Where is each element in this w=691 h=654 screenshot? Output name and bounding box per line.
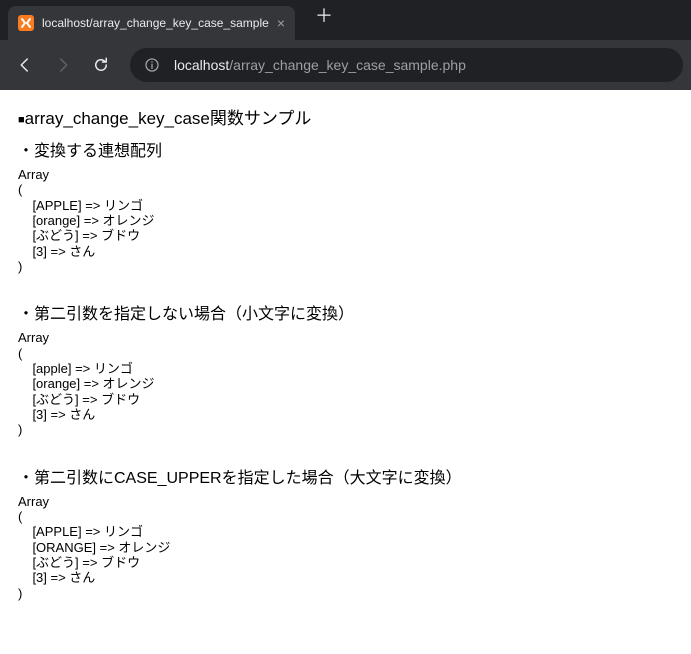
array-output: Array ( [apple] => リンゴ [orange] => オレンジ …: [18, 330, 673, 437]
section-3: ・第二引数にCASE_UPPERを指定した場合（大文字に変換） Array ( …: [18, 464, 673, 601]
section-label: ・第二引数にCASE_UPPERを指定した場合（大文字に変換）: [18, 464, 673, 488]
close-tab-button[interactable]: ×: [277, 16, 285, 30]
array-output: Array ( [APPLE] => リンゴ [orange] => オレンジ …: [18, 167, 673, 274]
section-2: ・第二引数を指定しない場合（小文字に変換） Array ( [apple] =>…: [18, 300, 673, 437]
forward-button: [46, 48, 80, 82]
url-path: /array_change_key_case_sample.php: [229, 57, 466, 73]
reload-button[interactable]: [84, 48, 118, 82]
back-button[interactable]: [8, 48, 42, 82]
site-info-icon[interactable]: [144, 57, 160, 73]
section-label: ・変換する連想配列: [18, 137, 673, 161]
section-1: ・変換する連想配列 Array ( [APPLE] => リンゴ [orange…: [18, 137, 673, 274]
address-bar[interactable]: localhost/array_change_key_case_sample.p…: [130, 48, 683, 82]
page-content: ■array_change_key_case関数サンプル ・変換する連想配列 A…: [0, 90, 691, 641]
url-text: localhost/array_change_key_case_sample.p…: [174, 57, 466, 73]
tab-bar: localhost/array_change_key_case_sample ×…: [0, 0, 691, 40]
array-output: Array ( [APPLE] => リンゴ [ORANGE] => オレンジ …: [18, 494, 673, 601]
tab-title: localhost/array_change_key_case_sample: [42, 16, 269, 30]
section-label: ・第二引数を指定しない場合（小文字に変換）: [18, 300, 673, 324]
browser-chrome: localhost/array_change_key_case_sample ×…: [0, 0, 691, 90]
page-title: ■array_change_key_case関数サンプル: [18, 104, 673, 129]
xampp-favicon-icon: [18, 15, 34, 31]
browser-tab[interactable]: localhost/array_change_key_case_sample ×: [8, 6, 295, 40]
new-tab-button[interactable]: ＋: [307, 0, 341, 32]
toolbar: localhost/array_change_key_case_sample.p…: [0, 40, 691, 90]
url-host: localhost: [174, 57, 229, 73]
